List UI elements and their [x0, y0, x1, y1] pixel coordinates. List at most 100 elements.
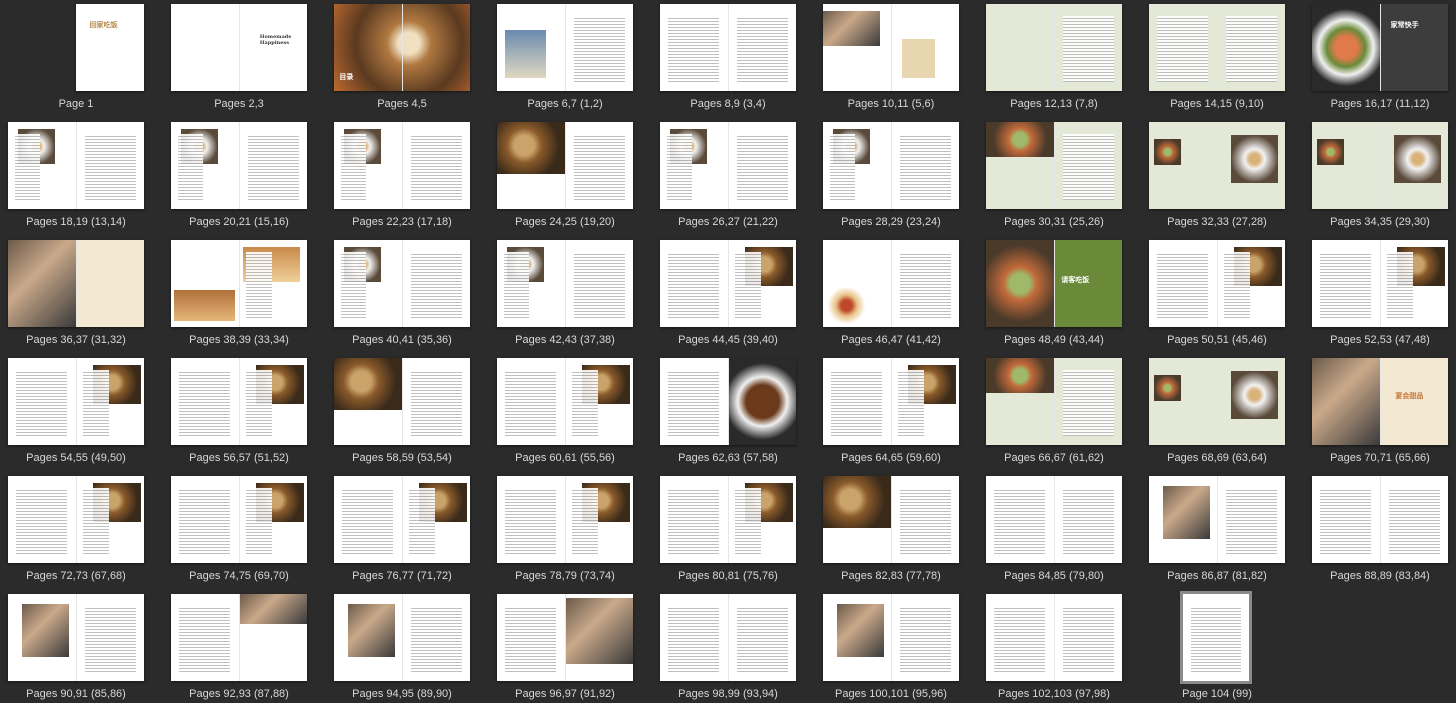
page-thumbnail-label: Pages 102,103 (97,98): [998, 688, 1110, 700]
page-thumbnail[interactable]: Pages 42,43 (37,38): [497, 240, 633, 346]
page-thumbnail[interactable]: Pages 10,11 (5,6): [823, 4, 959, 110]
page-spread-preview: [986, 476, 1122, 563]
feast-photo: [986, 240, 1054, 327]
page-thumbnail[interactable]: Pages 14,15 (9,10): [1149, 4, 1285, 110]
page-thumbnail[interactable]: Pages 80,81 (75,76): [660, 476, 796, 582]
page-thumbnail[interactable]: Pages 52,53 (47,48): [1312, 240, 1448, 346]
page-thumbnail[interactable]: Pages 30,31 (25,26): [986, 122, 1122, 228]
page-spread-preview: [823, 240, 959, 327]
text-block: [736, 16, 788, 83]
people-photo: [347, 604, 395, 657]
page-spread-preview: [660, 122, 796, 209]
page-thumbnail[interactable]: 目录 Pages 4,5: [334, 4, 470, 110]
page-thumbnail[interactable]: Pages 38,39 (33,34): [171, 240, 307, 346]
page-spread-preview: [823, 358, 959, 445]
page-thumbnail[interactable]: Pages 100,101 (95,96): [823, 594, 959, 700]
page-spread-preview: [334, 476, 470, 563]
text-block: [342, 488, 394, 555]
page-thumbnail-label: Pages 40,41 (35,36): [352, 334, 452, 346]
text-block: [246, 370, 272, 437]
page-thumbnail[interactable]: Pages 90,91 (85,86): [8, 594, 144, 700]
page-thumbnail[interactable]: Pages 44,45 (39,40): [660, 240, 796, 346]
page-thumbnail[interactable]: Pages 72,73 (67,68): [8, 476, 144, 582]
page-thumbnail[interactable]: Pages 8,9 (3,4): [660, 4, 796, 110]
page-thumbnail[interactable]: Pages 60,61 (55,56): [497, 358, 633, 464]
page-thumbnail[interactable]: Pages 56,57 (51,52): [171, 358, 307, 464]
page-thumbnail[interactable]: Pages 86,87 (81,82): [1149, 476, 1285, 582]
page-thumbnail[interactable]: Pages 84,85 (79,80): [986, 476, 1122, 582]
page-thumbnail[interactable]: 回家吃饭 Page 1: [8, 4, 144, 110]
text-block: [1157, 16, 1209, 83]
page-thumbnail[interactable]: Pages 58,59 (53,54): [334, 358, 470, 464]
page-thumbnail[interactable]: Pages 66,67 (61,62): [986, 358, 1122, 464]
text-block: [831, 370, 883, 437]
page-thumbnail[interactable]: Pages 46,47 (41,42): [823, 240, 959, 346]
page-thumbnail[interactable]: Homemade Happiness Pages 2,3: [171, 4, 307, 110]
page-thumbnail[interactable]: Pages 68,69 (63,64): [1149, 358, 1285, 464]
page-spread-preview: [986, 594, 1122, 681]
page-thumbnail[interactable]: Pages 96,97 (91,92): [497, 594, 633, 700]
page-thumbnail[interactable]: 请客吃饭 Pages 48,49 (43,44): [986, 240, 1122, 346]
food-photo: [1394, 135, 1442, 183]
page-thumbnail-label: Pages 54,55 (49,50): [26, 452, 126, 464]
page-thumbnail-label: Pages 48,49 (43,44): [1004, 334, 1104, 346]
text-block: [572, 370, 598, 437]
page-thumbnail[interactable]: Pages 64,65 (59,60): [823, 358, 959, 464]
text-block: [84, 134, 136, 201]
cake-photo: [1312, 358, 1380, 445]
page-spread-preview: [1149, 358, 1285, 445]
page-thumbnail-label: Pages 8,9 (3,4): [690, 98, 766, 110]
text-block: [14, 134, 41, 201]
text-block: [1225, 488, 1277, 555]
page-thumbnail[interactable]: Pages 74,75 (69,70): [171, 476, 307, 582]
page-thumbnail-label: Page 104 (99): [1182, 688, 1252, 700]
section-title: 请客吃饭: [1061, 274, 1090, 284]
page-spread-preview: [497, 240, 633, 327]
page-thumbnail-label: Pages 12,13 (7,8): [1010, 98, 1098, 110]
page-thumbnail[interactable]: 宴会甜品 Pages 70,71 (65,66): [1312, 358, 1448, 464]
page-thumbnail[interactable]: Pages 36,37 (31,32): [8, 240, 144, 346]
page-thumbnail-label: Pages 56,57 (51,52): [189, 452, 289, 464]
page-thumbnail[interactable]: Pages 54,55 (49,50): [8, 358, 144, 464]
page-thumbnail[interactable]: Pages 26,27 (21,22): [660, 122, 796, 228]
page-thumbnail[interactable]: Page 104 (99): [1149, 591, 1285, 700]
page-thumbnail[interactable]: Pages 20,21 (15,16): [171, 122, 307, 228]
text-block: [84, 606, 136, 673]
page-spread-preview: [497, 122, 633, 209]
page-thumbnail[interactable]: Pages 78,79 (73,74): [497, 476, 633, 582]
book-title: Homemade Happiness: [259, 34, 292, 47]
page-thumbnail-label: Pages 86,87 (81,82): [1167, 570, 1267, 582]
people-photo: [1162, 486, 1210, 539]
page-thumbnail[interactable]: Pages 88,89 (83,84): [1312, 476, 1448, 582]
page-thumbnail[interactable]: Pages 98,99 (93,94): [660, 594, 796, 700]
text-block: [16, 488, 68, 555]
page-thumbnail[interactable]: Pages 24,25 (19,20): [497, 122, 633, 228]
text-block: [994, 606, 1046, 673]
section-title: 家常快手: [1390, 19, 1419, 29]
page-thumbnail[interactable]: Pages 94,95 (89,90): [334, 594, 470, 700]
page-thumbnail[interactable]: Pages 12,13 (7,8): [986, 4, 1122, 110]
text-block: [505, 488, 557, 555]
page-thumbnail[interactable]: Pages 40,41 (35,36): [334, 240, 470, 346]
page-thumbnail[interactable]: Pages 32,33 (27,28): [1149, 122, 1285, 228]
page-thumbnail[interactable]: Pages 76,77 (71,72): [334, 476, 470, 582]
page-thumbnail[interactable]: Pages 34,35 (29,30): [1312, 122, 1448, 228]
page-thumbnail[interactable]: Pages 6,7 (1,2): [497, 4, 633, 110]
page-thumbnail-label: Pages 68,69 (63,64): [1167, 452, 1267, 464]
page-thumbnail[interactable]: Pages 82,83 (77,78): [823, 476, 959, 582]
page-spread-preview: [660, 476, 796, 563]
page-thumbnail-label: Pages 52,53 (47,48): [1330, 334, 1430, 346]
page-thumbnail[interactable]: Pages 18,19 (13,14): [8, 122, 144, 228]
page-thumbnail[interactable]: Pages 50,51 (45,46): [1149, 240, 1285, 346]
text-block: [16, 370, 68, 437]
page-thumbnail[interactable]: Pages 102,103 (97,98): [986, 594, 1122, 700]
page-spread-preview: [1180, 591, 1252, 684]
page-thumbnail[interactable]: Pages 62,63 (57,58): [660, 358, 796, 464]
page-thumbnail[interactable]: Pages 28,29 (23,24): [823, 122, 959, 228]
page-thumbnail-label: Pages 58,59 (53,54): [352, 452, 452, 464]
text-block: [994, 488, 1046, 555]
page-thumbnail[interactable]: 家常快手 Pages 16,17 (11,12): [1312, 4, 1448, 110]
page-spread-preview: [823, 594, 959, 681]
page-thumbnail[interactable]: Pages 92,93 (87,88): [171, 594, 307, 700]
page-thumbnail[interactable]: Pages 22,23 (17,18): [334, 122, 470, 228]
